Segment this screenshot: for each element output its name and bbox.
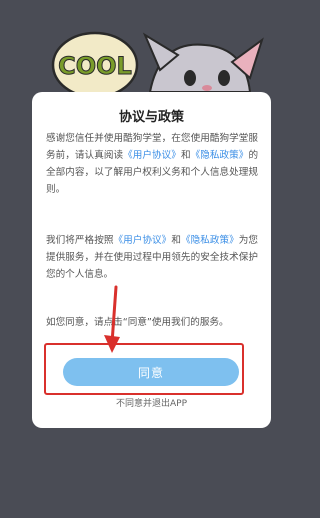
text: 和 [171,235,181,246]
user-agreement-link[interactable]: 《用户协议》 [123,150,181,161]
mascot-eye [218,70,230,86]
commitment-paragraph: 我们将严格按照《用户协议》和《隐私政策》为您提供服务，并在使用过程中用领先的安全… [46,232,258,283]
user-agreement-link[interactable]: 《用户协议》 [113,235,171,246]
consent-paragraph: 如您同意，请点击“同意”使用我们的服务。 [46,317,229,328]
privacy-policy-link[interactable]: 《隐私政策》 [181,235,239,246]
text: 我们将严格按照 [46,235,114,246]
annotation-arrow-icon [104,285,120,353]
mascot-nose [202,85,212,91]
mascot-eye [184,70,196,86]
logo-text: COOL [58,52,132,80]
decline-link[interactable]: 不同意并退出APP [32,396,271,409]
dialog-title: 协议与政策 [118,110,184,125]
text: 和 [180,150,191,161]
highlight-annotation-box [44,343,244,395]
intro-paragraph: 感谢您信任并使用酷狗学堂，在您使用酷狗学堂服务前，请认真阅读《用户协议》和《隐私… [46,130,258,198]
privacy-policy-link[interactable]: 《隐私政策》 [191,150,249,161]
